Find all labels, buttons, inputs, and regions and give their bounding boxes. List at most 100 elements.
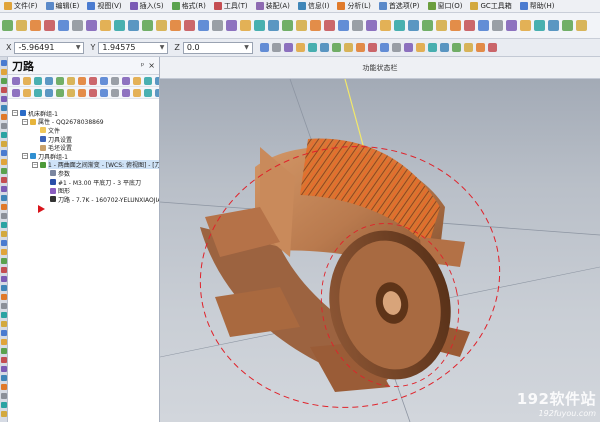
toolbar-button[interactable]: [169, 20, 181, 31]
toolbar-button[interactable]: [267, 20, 279, 31]
strip-tool-icon[interactable]: [1, 222, 7, 228]
toolbar-button[interactable]: [127, 20, 139, 31]
toolbar-button[interactable]: [365, 20, 377, 31]
toolbar-button[interactable]: [11, 76, 20, 85]
toolbar-button[interactable]: [113, 20, 125, 31]
toolbar-button[interactable]: [85, 20, 97, 31]
toolbar-button[interactable]: [99, 76, 108, 85]
toolbar-button[interactable]: [239, 20, 251, 31]
tree-node[interactable]: −1 - 两曲面之间渐变 - [WCS: 俯视图] - [刀具面: 俯视图]: [8, 160, 159, 170]
strip-tool-icon[interactable]: [1, 375, 7, 381]
strip-tool-icon[interactable]: [1, 186, 7, 192]
toolbar-button[interactable]: [132, 88, 141, 97]
chevron-down-icon[interactable]: ▼: [76, 43, 81, 53]
toolbar-button[interactable]: [428, 43, 438, 52]
toolbar-button[interactable]: [519, 20, 531, 31]
strip-tool-icon[interactable]: [1, 249, 7, 255]
toolbar-button[interactable]: [272, 43, 282, 52]
toolbar-button[interactable]: [476, 43, 486, 52]
strip-tool-icon[interactable]: [1, 366, 7, 372]
toolbar-button[interactable]: [392, 43, 402, 52]
strip-tool-icon[interactable]: [1, 393, 7, 399]
toolbar-button[interactable]: [356, 43, 366, 52]
strip-tool-icon[interactable]: [1, 411, 7, 417]
tree-node[interactable]: − 属性 - QQ2678038869: [8, 118, 159, 126]
expander-icon[interactable]: −: [12, 110, 18, 117]
toolbar-button[interactable]: [99, 88, 108, 97]
menu-item[interactable]: 插入(S): [126, 0, 168, 12]
toolbar-button[interactable]: [404, 43, 414, 52]
toolbar-button[interactable]: [320, 43, 330, 52]
menu-item[interactable]: 工具(T): [210, 0, 252, 12]
tree-node[interactable]: 刀路 - 7.7K - 160702-YELUNXIAOJIANG.NC - 程…: [8, 195, 159, 204]
strip-tool-icon[interactable]: [1, 204, 7, 210]
toolbar-button[interactable]: [143, 88, 152, 97]
z-coordinate-field[interactable]: 0.0 ▼: [182, 41, 253, 54]
toolbar-button[interactable]: [488, 43, 498, 52]
toolbar-button[interactable]: [71, 20, 83, 31]
toolbar-button[interactable]: [344, 43, 354, 52]
pin-icon[interactable]: ᵖ: [141, 61, 144, 70]
expander-icon[interactable]: −: [22, 153, 28, 160]
tree-node[interactable]: 文件: [8, 126, 159, 135]
strip-tool-icon[interactable]: [1, 69, 7, 75]
toolbar-button[interactable]: [99, 20, 111, 31]
toolbar-button[interactable]: [505, 20, 517, 31]
strip-tool-icon[interactable]: [1, 240, 7, 246]
toolbar-button[interactable]: [88, 88, 97, 97]
toolbar-button[interactable]: [44, 76, 53, 85]
strip-tool-icon[interactable]: [1, 312, 7, 318]
toolbar-button[interactable]: [211, 20, 223, 31]
strip-tool-icon[interactable]: [1, 231, 7, 237]
toolbar-button[interactable]: [55, 88, 64, 97]
toolbar-button[interactable]: [143, 76, 152, 85]
strip-tool-icon[interactable]: [1, 78, 7, 84]
strip-tool-icon[interactable]: [1, 150, 7, 156]
strip-tool-icon[interactable]: [1, 114, 7, 120]
strip-tool-icon[interactable]: [1, 141, 7, 147]
toolbar-button[interactable]: [1, 20, 13, 31]
tree-node[interactable]: 刀具设置: [8, 135, 159, 144]
tree-node[interactable]: − 刀具群组-1: [8, 152, 159, 161]
chevron-down-icon[interactable]: ▼: [244, 43, 249, 53]
menu-item[interactable]: 文件(F): [0, 0, 42, 12]
toolbar-button[interactable]: [225, 20, 237, 31]
toolbar-button[interactable]: [296, 43, 306, 52]
strip-tool-icon[interactable]: [1, 303, 7, 309]
strip-tool-icon[interactable]: [1, 195, 7, 201]
toolbar-button[interactable]: [155, 20, 167, 31]
toolbar-button[interactable]: [66, 76, 75, 85]
strip-tool-icon[interactable]: [1, 339, 7, 345]
tree-node[interactable]: − 机床群组-1: [8, 109, 159, 118]
strip-tool-icon[interactable]: [1, 384, 7, 390]
menu-item[interactable]: 编辑(E): [42, 0, 84, 12]
toolbar-button[interactable]: [575, 20, 587, 31]
toolbar-button[interactable]: [491, 20, 503, 31]
toolbar-button[interactable]: [452, 43, 462, 52]
toolbar-button[interactable]: [57, 20, 69, 31]
strip-tool-icon[interactable]: [1, 123, 7, 129]
expander-icon[interactable]: −: [22, 118, 28, 125]
toolbar-button[interactable]: [407, 20, 419, 31]
strip-tool-icon[interactable]: [1, 321, 7, 327]
toolbar-button[interactable]: [11, 88, 20, 97]
expander-icon[interactable]: −: [32, 161, 38, 168]
toolbar-button[interactable]: [477, 20, 489, 31]
toolbar-button[interactable]: [323, 20, 335, 31]
menu-item[interactable]: 视图(V): [83, 0, 125, 12]
toolbar-button[interactable]: [110, 88, 119, 97]
toolbar-button[interactable]: [132, 76, 141, 85]
tree-node[interactable]: 毛坯设置: [8, 143, 159, 152]
strip-tool-icon[interactable]: [1, 330, 7, 336]
strip-tool-icon[interactable]: [1, 357, 7, 363]
toolbar-button[interactable]: [284, 43, 294, 52]
tree-node[interactable]: #1 - M3.00 平底刀 - 3 平底刀: [8, 178, 159, 187]
toolbar-button[interactable]: [368, 43, 378, 52]
graphics-viewport[interactable]: 功能状态栏 192软件站 192fuyou.com: [160, 57, 600, 422]
toolbar-button[interactable]: [463, 20, 475, 31]
toolbar-button[interactable]: [15, 20, 27, 31]
toolbar-button[interactable]: [533, 20, 545, 31]
toolbar-button[interactable]: [308, 43, 318, 52]
toolbar-button[interactable]: [380, 43, 390, 52]
strip-tool-icon[interactable]: [1, 96, 7, 102]
